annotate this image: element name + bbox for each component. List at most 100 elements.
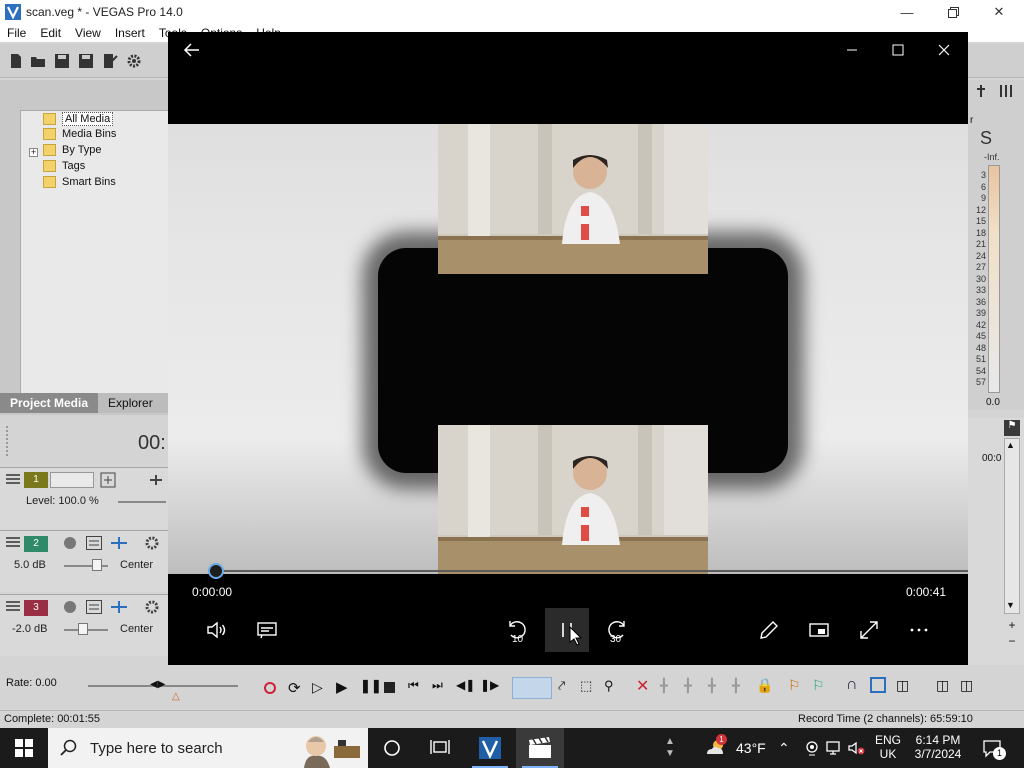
- region-icon[interactable]: ⚐: [812, 677, 825, 694]
- go-to-start-icon[interactable]: ⏮: [408, 678, 419, 693]
- tree-item-media-bins[interactable]: Media Bins: [43, 128, 116, 140]
- taskbar-vegas-app[interactable]: [466, 728, 514, 768]
- trim-end-icon[interactable]: ╋: [708, 678, 716, 694]
- master-pin-icon[interactable]: [974, 84, 988, 98]
- record-icon[interactable]: [264, 682, 276, 694]
- play-icon[interactable]: ▶: [336, 678, 348, 696]
- vegas-close-button[interactable]: ✕: [976, 0, 1022, 24]
- mute-toggle-icon[interactable]: [86, 536, 102, 550]
- ripple-edit-icon[interactable]: ◫: [896, 677, 909, 694]
- volume-button[interactable]: [195, 608, 239, 652]
- next-frame-icon[interactable]: ❚▶: [480, 678, 499, 692]
- menu-view[interactable]: View: [68, 26, 108, 40]
- track-menu-icon[interactable]: [6, 601, 20, 611]
- ignore-grouping-icon[interactable]: ◫: [960, 677, 973, 694]
- skip-back-button[interactable]: 10: [495, 608, 539, 652]
- track-name-field[interactable]: [50, 472, 94, 488]
- back-arrow-icon[interactable]: [182, 40, 202, 60]
- save-as-icon[interactable]: [78, 53, 94, 69]
- tree-item-all-media[interactable]: All Media: [43, 112, 114, 126]
- skip-forward-button[interactable]: 30: [595, 608, 639, 652]
- track-motion-icon[interactable]: [100, 472, 116, 488]
- delete-icon[interactable]: ✕: [636, 676, 649, 696]
- panel-grip[interactable]: [6, 426, 10, 456]
- rate-slider-knob-icon[interactable]: ◀▶: [150, 679, 165, 690]
- edit-button[interactable]: [747, 608, 791, 652]
- weather-button[interactable]: 1: [704, 734, 728, 760]
- tab-explorer[interactable]: Explorer: [98, 393, 163, 413]
- player-minimize-icon[interactable]: [840, 38, 864, 62]
- lock-envelopes-icon[interactable]: ◫: [936, 677, 949, 694]
- zoom-in-icon[interactable]: +: [1004, 618, 1020, 632]
- scroll-up-icon[interactable]: ▲: [1006, 440, 1015, 450]
- expand-by-type-icon[interactable]: +: [29, 148, 38, 157]
- track-2-header[interactable]: 2 5.0 dB Center: [0, 530, 168, 592]
- selection-tool-icon[interactable]: ⬚: [580, 678, 592, 694]
- mute-toggle-icon[interactable]: [86, 600, 102, 614]
- language-indicator[interactable]: ENG UK: [872, 733, 904, 761]
- vegas-restore-button[interactable]: [930, 0, 976, 24]
- marker-flag-icon[interactable]: ⚑: [1004, 420, 1020, 436]
- marker-icon[interactable]: ⚐: [788, 677, 801, 694]
- trim-start-icon[interactable]: ╋: [684, 678, 692, 694]
- menu-file[interactable]: File: [0, 26, 33, 40]
- settings-gear-icon[interactable]: [126, 53, 142, 69]
- player-close-icon[interactable]: [932, 38, 956, 62]
- taskbar-scroll-icon[interactable]: ▲ ▼: [662, 728, 678, 768]
- tree-item-by-type[interactable]: By Type: [43, 144, 102, 156]
- more-options-button[interactable]: [897, 608, 941, 652]
- seek-bar-thumb[interactable]: [208, 563, 224, 579]
- go-to-end-icon[interactable]: ⏭: [432, 678, 443, 693]
- fullscreen-button[interactable]: [847, 608, 891, 652]
- track-fx-icon[interactable]: [148, 472, 164, 488]
- track-1-header[interactable]: 1 Level: 100.0 %: [0, 467, 168, 529]
- vegas-minimize-button[interactable]: —: [884, 0, 930, 24]
- taskbar-search-box[interactable]: Type here to search: [48, 728, 368, 768]
- loop-icon[interactable]: ⟳: [288, 679, 301, 697]
- pause-button[interactable]: [545, 608, 589, 652]
- pause-icon[interactable]: ❚❚: [360, 678, 382, 694]
- scroll-down-icon[interactable]: ▼: [1006, 600, 1015, 610]
- tree-item-smart-bins[interactable]: Smart Bins: [43, 176, 116, 188]
- envelope-tool-icon[interactable]: ⤤: [558, 678, 565, 694]
- track-fx-icon[interactable]: [110, 599, 128, 615]
- new-file-icon[interactable]: [8, 53, 24, 69]
- snapping-magnet-icon[interactable]: ∩: [846, 676, 858, 694]
- subtitles-button[interactable]: [245, 608, 289, 652]
- seek-bar[interactable]: [216, 570, 968, 572]
- tab-project-media[interactable]: Project Media: [0, 393, 99, 413]
- show-hidden-icons[interactable]: ⌃: [778, 740, 790, 757]
- play-from-start-icon[interactable]: ▷: [312, 679, 323, 696]
- record-arm-icon[interactable]: [64, 601, 76, 613]
- start-button[interactable]: [0, 728, 48, 768]
- track-fx-icon[interactable]: [110, 535, 128, 551]
- render-icon[interactable]: [102, 53, 118, 69]
- track-settings-gear-icon[interactable]: [144, 599, 160, 615]
- trim-icon[interactable]: ╋: [660, 678, 668, 694]
- volume-slider-knob[interactable]: [78, 623, 88, 635]
- save-icon[interactable]: [54, 53, 70, 69]
- record-arm-icon[interactable]: [64, 537, 76, 549]
- auto-crossfade-icon[interactable]: [870, 677, 886, 693]
- player-maximize-icon[interactable]: [886, 38, 910, 62]
- vertical-scrollbar[interactable]: [1004, 438, 1020, 614]
- prev-frame-icon[interactable]: ◀❚: [456, 678, 475, 692]
- volume-muted-icon[interactable]: [848, 740, 866, 756]
- menu-insert[interactable]: Insert: [108, 26, 152, 40]
- track-menu-icon[interactable]: [6, 474, 20, 484]
- zoom-out-icon[interactable]: −: [1004, 634, 1020, 648]
- task-view-button[interactable]: [416, 728, 464, 768]
- track-menu-icon[interactable]: [6, 537, 20, 547]
- normal-edit-tool-icon[interactable]: [512, 677, 552, 699]
- open-folder-icon[interactable]: [30, 53, 46, 69]
- webcam-icon[interactable]: [804, 740, 820, 756]
- clock[interactable]: 6:14 PM 3/7/2024: [908, 733, 968, 761]
- notification-center-button[interactable]: 1: [982, 738, 1006, 760]
- mixer-settings-icon[interactable]: [998, 84, 1014, 98]
- tree-item-tags[interactable]: Tags: [43, 160, 85, 172]
- cortana-button[interactable]: [368, 728, 416, 768]
- taskbar-movies-app[interactable]: [516, 728, 564, 768]
- network-icon[interactable]: [826, 740, 844, 756]
- zoom-tool-icon[interactable]: ⚲: [604, 678, 614, 694]
- volume-slider-knob[interactable]: [92, 559, 102, 571]
